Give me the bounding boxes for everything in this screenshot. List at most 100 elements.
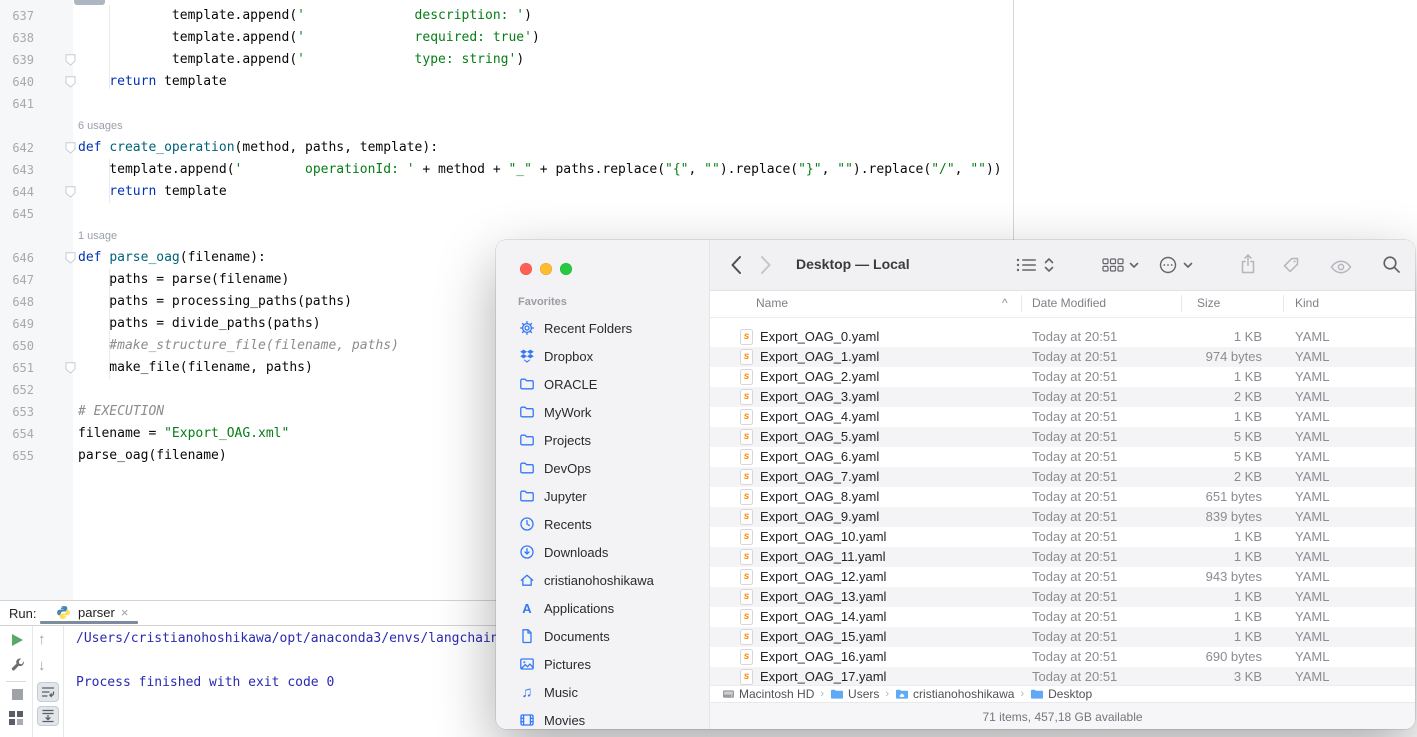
list-view-icon[interactable] xyxy=(1016,257,1038,273)
stop-icon[interactable] xyxy=(12,689,23,700)
view-stepper-icon[interactable] xyxy=(1044,257,1054,273)
code-text: template.append(' description: ') xyxy=(78,5,532,27)
sidebar-item-projects[interactable]: Projects xyxy=(504,426,703,454)
column-header-kind[interactable]: Kind xyxy=(1295,296,1319,310)
next-occurrence-icon[interactable]: ↓ xyxy=(38,658,46,674)
group-by-icon[interactable] xyxy=(1102,258,1124,272)
finder-toolbar: Desktop — Local xyxy=(710,240,1415,291)
file-kind: YAML xyxy=(1295,429,1329,444)
code-line[interactable]: 638 template.append(' required: true') xyxy=(0,27,1013,49)
column-divider[interactable] xyxy=(1181,295,1182,312)
sidebar-item-label: Projects xyxy=(544,433,591,448)
sidebar-item-applications[interactable]: AApplications xyxy=(504,594,703,622)
sidebar-item-recent-folders[interactable]: Recent Folders xyxy=(504,314,703,342)
zoom-window-button[interactable] xyxy=(560,263,572,275)
rerun-icon[interactable] xyxy=(12,634,23,646)
code-line[interactable]: 637 template.append(' description: ') xyxy=(0,5,1013,27)
chevron-down-icon[interactable] xyxy=(1129,262,1139,269)
code-line[interactable]: 641 xyxy=(0,93,1013,115)
file-row[interactable]: sExport_OAG_7.yamlToday at 20:512 KBYAML xyxy=(710,467,1415,487)
path-segment-desktop[interactable]: Desktop xyxy=(1030,687,1092,701)
restore-layout-icon[interactable] xyxy=(9,711,23,730)
eye-icon[interactable] xyxy=(1330,260,1352,274)
sidebar-item-downloads[interactable]: Downloads xyxy=(504,538,703,566)
sidebar-item-dropbox[interactable]: Dropbox xyxy=(504,342,703,370)
file-row[interactable]: sExport_OAG_0.yamlToday at 20:511 KBYAML xyxy=(710,327,1415,347)
fold-marker-icon[interactable] xyxy=(34,137,78,159)
fold-marker-icon[interactable] xyxy=(34,357,78,379)
file-row[interactable]: sExport_OAG_16.yamlToday at 20:51690 byt… xyxy=(710,647,1415,667)
file-row[interactable]: sExport_OAG_6.yamlToday at 20:515 KBYAML xyxy=(710,447,1415,467)
sidebar-item-jupyter[interactable]: Jupyter xyxy=(504,482,703,510)
fold-marker-icon[interactable] xyxy=(34,247,78,269)
scroll-to-end-icon[interactable] xyxy=(37,706,59,726)
file-row[interactable]: sExport_OAG_10.yamlToday at 20:511 KBYAM… xyxy=(710,527,1415,547)
path-segment-macintosh-hd[interactable]: Macintosh HD xyxy=(722,687,814,701)
sidebar-item-music[interactable]: ♫Music xyxy=(504,678,703,706)
close-tab-icon[interactable]: × xyxy=(121,605,129,620)
code-text: paths = parse(filename) xyxy=(78,269,289,291)
code-line[interactable]: 640 return template xyxy=(0,71,1013,93)
file-row[interactable]: sExport_OAG_12.yamlToday at 20:51943 byt… xyxy=(710,567,1415,587)
column-divider[interactable] xyxy=(1021,295,1022,312)
code-line[interactable]: 642def create_operation(method, paths, t… xyxy=(0,137,1013,159)
code-line[interactable]: 643 template.append(' operationId: ' + m… xyxy=(0,159,1013,181)
sidebar-item-devops[interactable]: DevOps xyxy=(504,454,703,482)
code-line[interactable]: 639 template.append(' type: string') xyxy=(0,49,1013,71)
back-button[interactable] xyxy=(730,255,742,275)
file-row[interactable]: sExport_OAG_3.yamlToday at 20:512 KBYAML xyxy=(710,387,1415,407)
disk-icon xyxy=(722,688,735,700)
column-header-size[interactable]: Size xyxy=(1197,296,1220,310)
file-row[interactable]: sExport_OAG_8.yamlToday at 20:51651 byte… xyxy=(710,487,1415,507)
file-row[interactable]: sExport_OAG_17.yamlToday at 20:513 KBYAM… xyxy=(710,667,1415,685)
sidebar-item-pictures[interactable]: Pictures xyxy=(504,650,703,678)
share-icon[interactable] xyxy=(1240,253,1256,275)
chevron-down-icon[interactable] xyxy=(1183,262,1193,269)
column-header-date-modified[interactable]: Date Modified xyxy=(1032,296,1106,310)
more-actions-icon[interactable] xyxy=(1158,255,1178,275)
sidebar-item-movies[interactable]: Movies xyxy=(504,706,703,729)
file-size: 1 KB xyxy=(1140,529,1262,544)
minimize-window-button[interactable] xyxy=(540,263,552,275)
prev-occurrence-icon[interactable]: ↑ xyxy=(38,632,46,648)
search-icon[interactable] xyxy=(1382,255,1401,274)
file-row[interactable]: sExport_OAG_14.yamlToday at 20:511 KBYAM… xyxy=(710,607,1415,627)
folder-small-icon xyxy=(830,688,844,700)
file-row[interactable]: sExport_OAG_11.yamlToday at 20:511 KBYAM… xyxy=(710,547,1415,567)
run-tab-parser[interactable]: parser × xyxy=(54,605,128,620)
file-row[interactable]: sExport_OAG_2.yamlToday at 20:511 KBYAML xyxy=(710,367,1415,387)
fold-marker-icon[interactable] xyxy=(34,49,78,71)
settings-wrench-icon[interactable] xyxy=(10,657,26,678)
sort-ascending-icon[interactable]: ^ xyxy=(1002,296,1008,310)
path-segment-users[interactable]: Users xyxy=(830,687,879,701)
soft-wrap-icon[interactable] xyxy=(37,682,59,702)
forward-button[interactable] xyxy=(760,255,772,275)
file-row[interactable]: sExport_OAG_5.yamlToday at 20:515 KBYAML xyxy=(710,427,1415,447)
sidebar-item-recents[interactable]: Recents xyxy=(504,510,703,538)
tag-icon[interactable] xyxy=(1282,256,1300,274)
line-number: 639 xyxy=(0,49,34,71)
line-number: 652 xyxy=(0,379,34,401)
file-row[interactable]: sExport_OAG_1.yamlToday at 20:51974 byte… xyxy=(710,347,1415,367)
path-segment-cristianohoshikawa[interactable]: cristianohoshikawa xyxy=(895,687,1014,701)
file-row[interactable]: sExport_OAG_9.yamlToday at 20:51839 byte… xyxy=(710,507,1415,527)
fold-marker-icon[interactable] xyxy=(34,181,78,203)
sidebar-item-oracle[interactable]: ORACLE xyxy=(504,370,703,398)
sidebar-item-label: Movies xyxy=(544,713,585,728)
column-divider[interactable] xyxy=(1283,295,1284,312)
sidebar-item-cristianohoshikawa[interactable]: cristianohoshikawa xyxy=(504,566,703,594)
sidebar-item-label: ORACLE xyxy=(544,377,597,392)
file-row[interactable]: sExport_OAG_4.yamlToday at 20:511 KBYAML xyxy=(710,407,1415,427)
file-row[interactable]: sExport_OAG_15.yamlToday at 20:511 KBYAM… xyxy=(710,627,1415,647)
code-line[interactable]: 645 xyxy=(0,203,1013,225)
column-header-name[interactable]: Name xyxy=(756,296,788,310)
file-kind: YAML xyxy=(1295,489,1329,504)
sidebar-item-documents[interactable]: Documents xyxy=(504,622,703,650)
file-kind: YAML xyxy=(1295,649,1329,664)
file-row[interactable]: sExport_OAG_13.yamlToday at 20:511 KBYAM… xyxy=(710,587,1415,607)
sidebar-item-mywork[interactable]: MyWork xyxy=(504,398,703,426)
fold-marker-icon[interactable] xyxy=(34,71,78,93)
close-window-button[interactable] xyxy=(520,263,532,275)
code-line[interactable]: 644 return template xyxy=(0,181,1013,203)
usage-hint-line[interactable]: 6 usages xyxy=(0,115,1013,137)
